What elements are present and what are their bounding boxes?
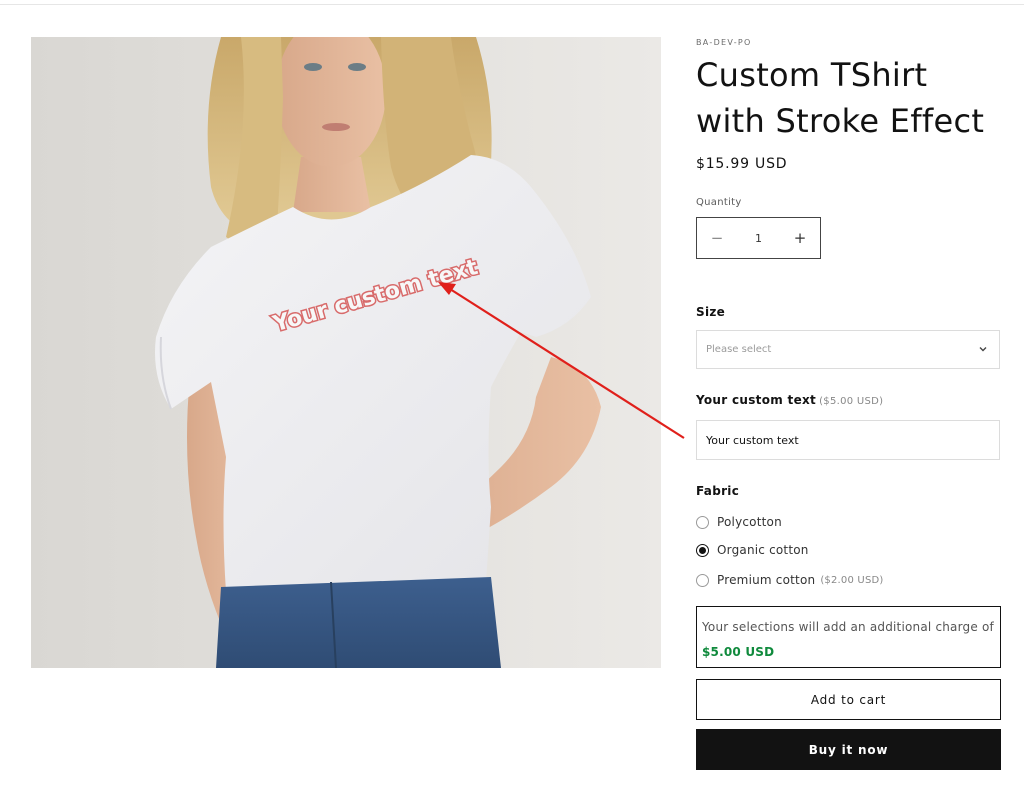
charge-notice-text: Your selections will add an additional c…: [702, 620, 994, 634]
chevron-down-icon: [979, 347, 987, 352]
radio-button[interactable]: [696, 573, 709, 587]
radio-button[interactable]: [696, 515, 709, 529]
custom-text-label-text: Your custom text: [696, 393, 817, 407]
product-vendor: BA-DEV-PO: [696, 38, 752, 47]
fabric-option-label: Premium cotton: [717, 573, 816, 587]
plus-icon[interactable]: +: [780, 218, 820, 258]
quantity-input[interactable]: 1: [737, 232, 780, 245]
product-price: $15.99 USD: [696, 156, 788, 172]
fabric-option-label: Polycotton: [717, 515, 782, 529]
charge-amount: $5.00 USD: [702, 645, 775, 659]
size-select[interactable]: Please select: [696, 330, 1000, 369]
custom-text-label: Your custom text ($5.00 USD): [696, 393, 883, 407]
product-title: Custom TShirt with Stroke Effect: [696, 56, 985, 140]
fabric-option-organic-cotton[interactable]: Organic cotton: [696, 541, 809, 559]
buy-now-button[interactable]: Buy it now: [696, 729, 1001, 770]
quantity-label: Quantity: [696, 197, 742, 208]
custom-text-price-note: ($5.00 USD): [819, 396, 884, 407]
additional-charge-notice: Your selections will add an additional c…: [696, 606, 1001, 668]
size-label: Size: [696, 305, 726, 319]
product-info: BA-DEV-PO Custom TShirt with Stroke Effe…: [696, 0, 1001, 787]
product-photo: Your custom text: [31, 37, 661, 668]
minus-icon[interactable]: −: [697, 218, 737, 258]
add-to-cart-button[interactable]: Add to cart: [696, 679, 1001, 720]
custom-text-input[interactable]: Your custom text: [696, 420, 1000, 460]
fabric-label: Fabric: [696, 484, 740, 498]
size-select-placeholder: Please select: [706, 344, 772, 355]
radio-button-selected[interactable]: [696, 543, 709, 557]
product-image[interactable]: Your custom text: [31, 37, 661, 668]
fabric-option-premium-cotton[interactable]: Premium cotton ($2.00 USD): [696, 571, 884, 589]
fabric-option-price-note: ($2.00 USD): [820, 574, 884, 586]
fabric-option-label: Organic cotton: [717, 543, 809, 557]
quantity-stepper: − 1 +: [696, 217, 821, 259]
fabric-option-polycotton[interactable]: Polycotton: [696, 513, 782, 531]
